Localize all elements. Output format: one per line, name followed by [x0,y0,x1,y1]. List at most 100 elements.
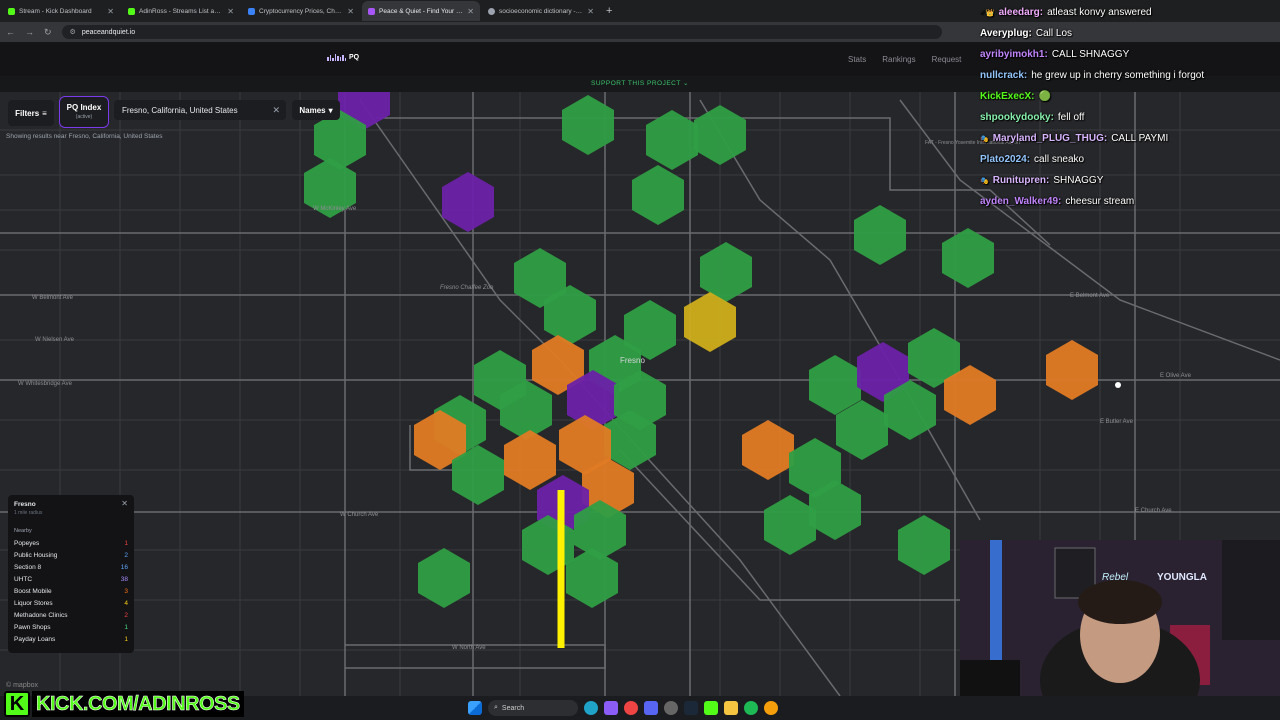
nearby-label: UHTC [14,575,33,583]
tab-title: Peace & Quiet - Find Your Quie [379,7,464,15]
obs-icon[interactable] [664,701,678,715]
site-favicon-icon [128,7,135,15]
close-tab-icon[interactable]: ✕ [587,7,594,16]
tab-peace-and-quiet[interactable]: Peace & Quiet - Find Your Quie ✕ [362,1,480,21]
street-label: W McKinley Ave [313,206,357,212]
pq-hexagon-green[interactable] [700,242,752,302]
nearby-label: Boost Mobile [14,587,52,595]
folder-icon[interactable] [724,701,738,715]
new-tab-button[interactable]: + [606,5,612,17]
windows-start-icon[interactable] [468,701,482,715]
pq-hexagon-green[interactable] [764,495,816,555]
discord-icon[interactable] [644,701,658,715]
nearby-row: Payday Loans 1 [14,633,128,645]
chat-username[interactable]: KickExecX: [980,91,1034,102]
pq-hexagon-yellow[interactable] [684,292,736,352]
nearby-row: Liquor Stores 4 [14,597,128,609]
chat-message: ✓👑 aleedarg: atleast konvy answered [980,2,1280,23]
pq-hexagon-orange[interactable] [504,430,556,490]
nearby-row: Section 8 16 [14,561,128,573]
poi-label: Fresno Chaffee Zoo [440,285,494,291]
close-tab-icon[interactable]: ✕ [347,7,354,16]
screen: Stream - Kick Dashboard ✕ AdinRoss - Stre… [0,0,1280,720]
clear-search-icon[interactable]: ✕ [272,105,280,116]
search-icon: ⌕ [494,704,498,711]
tab-google-search[interactable]: socioeconomic dictionary - Go ✕ [482,1,600,21]
pq-hexagon-green[interactable] [898,515,950,575]
location-search-input[interactable]: Fresno, California, United States ✕ [114,100,286,120]
chat-message: 🎭 Runitupren: SHNAGGY [980,170,1280,191]
pq-hexagon-green[interactable] [694,105,746,165]
taskbar-search-label: Search [501,704,525,712]
chat-text: SHNAGGY [1053,175,1104,186]
city-label: Fresno [620,356,645,365]
close-tab-icon[interactable]: ✕ [227,7,234,16]
url-field[interactable]: ⚙ peaceandquiet.io [61,25,942,39]
street-label: E Belmont Ave [1070,293,1110,299]
chat-username[interactable]: aleedarg: [999,7,1043,18]
pq-logo[interactable]: PQ [327,54,359,61]
edge-icon[interactable] [584,701,598,715]
close-tab-icon[interactable]: ✕ [467,7,474,16]
chat-username[interactable]: shpookydooky: [980,112,1054,123]
back-icon[interactable]: ← [6,27,15,37]
spotify-icon[interactable] [744,701,758,715]
nearby-count: 38 [120,575,128,583]
close-tab-icon[interactable]: ✕ [107,7,114,16]
chat-username[interactable]: Runitupren: [993,175,1050,186]
nearby-count: 2 [124,611,128,619]
reload-icon[interactable]: ↻ [44,27,52,38]
chat-text: Call Los [1035,28,1073,39]
nav-rankings[interactable]: Rankings [882,55,915,64]
tab-title: AdinRoss - Streams List and Sta [139,7,223,15]
nearby-row: UHTC 38 [14,573,128,585]
filters-icon: ≡ [42,108,47,118]
steam-icon[interactable] [684,701,698,715]
chrome-canary-icon[interactable] [764,701,778,715]
chat-username[interactable]: ayribyimokh1: [980,49,1048,60]
chat-username[interactable]: ayden_Walker49: [980,196,1061,207]
nav-stats[interactable]: Stats [848,55,866,64]
tab-adinross-streams[interactable]: AdinRoss - Streams List and Sta ✕ [122,1,240,21]
chat-badge-icon: 🎭 [980,135,989,143]
nearby-label: Section 8 [14,563,42,571]
chrome-icon[interactable] [624,701,638,715]
kick-app-icon[interactable] [704,701,718,715]
tab-kick-dashboard[interactable]: Stream - Kick Dashboard ✕ [2,1,120,21]
pq-hexagon-green[interactable] [854,205,906,265]
taskbar-apps: ⌕ Search [468,700,778,716]
chat-text: 🟢 [1038,91,1051,102]
tab-title: socioeconomic dictionary - Go [499,7,584,15]
pq-index-button[interactable]: PQ Index (active) [59,96,109,128]
chat-text: CALL PAYMI [1111,133,1169,144]
street-label: W Whitesbridge Ave [18,381,73,387]
chat-username[interactable]: Plato2024: [980,154,1030,165]
nearby-row: Methadone Clinics 2 [14,609,128,621]
pq-hexagon-green[interactable] [632,165,684,225]
pq-hexagon-green[interactable] [418,548,470,608]
pq-hexagon-green[interactable] [942,228,994,288]
close-card-icon[interactable]: ✕ [121,499,128,508]
kick-watermark: K KICK.COM/ADINROSS [4,690,244,718]
chat-username[interactable]: nullcrack: [980,70,1027,81]
filters-label: Filters [15,108,40,118]
pq-hexagon-orange[interactable] [742,420,794,480]
pq-hexagon-orange[interactable] [1046,340,1098,400]
nav-request[interactable]: Request [932,55,962,64]
filters-button[interactable]: Filters ≡ [8,100,54,126]
chat-username[interactable]: Maryland_PLUG_THUG: [993,133,1107,144]
names-button[interactable]: Names ▾ [292,100,340,120]
copilot-icon[interactable] [604,701,618,715]
forward-icon[interactable]: → [25,27,34,37]
stream-chat-overlay: ✓👑 aleedarg: atleast konvy answered Averypl… [980,2,1280,212]
site-info-icon[interactable]: ⚙ [70,28,76,36]
taskbar-search[interactable]: ⌕ Search [488,700,578,716]
chat-message: shpookydooky: fell off [980,107,1280,128]
tab-crypto[interactable]: Cryptocurrency Prices, Charts A ✕ [242,1,360,21]
chat-message: Averyplug: Call Los [980,23,1280,44]
pq-hexagon-purple[interactable] [442,172,494,232]
pq-hexagon-green[interactable] [562,95,614,155]
chat-username[interactable]: Averyplug: [980,28,1032,39]
mapbox-attribution[interactable]: © mapbox [6,682,38,689]
tab-title: Cryptocurrency Prices, Charts A [259,7,344,15]
